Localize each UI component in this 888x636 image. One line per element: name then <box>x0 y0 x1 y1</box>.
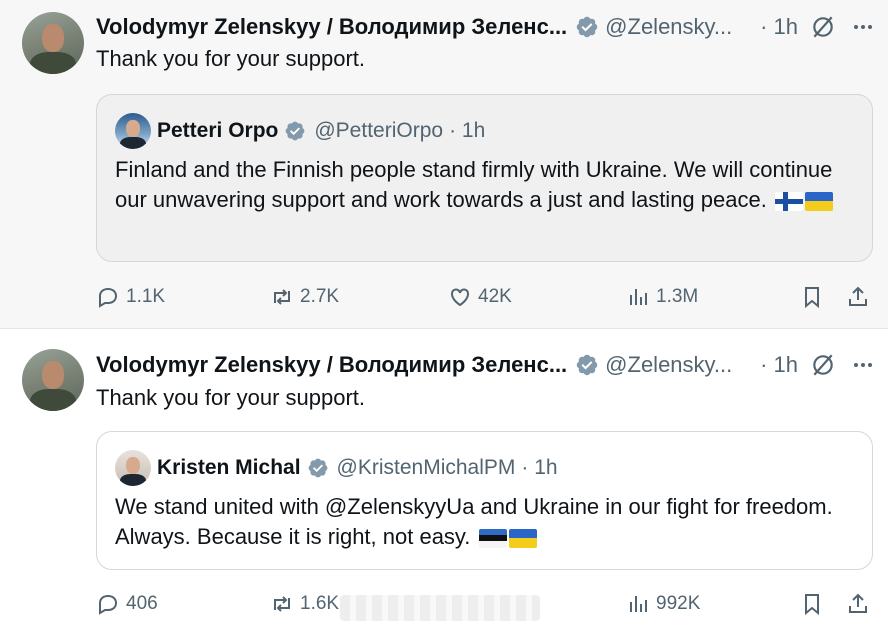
tweet-text: Thank you for your support. <box>96 385 366 410</box>
verified-badge-icon <box>285 121 305 141</box>
author-name[interactable]: Volodymyr Zelenskyy / Володимир Зеленс..… <box>96 352 567 378</box>
more-icon[interactable] <box>850 14 876 40</box>
quoted-tweet[interactable]: Kristen Michal @KristenMichalPM · 1h We … <box>96 431 873 570</box>
author-handle[interactable]: @Zelensky... <box>605 14 732 40</box>
quote-header: Petteri Orpo @PetteriOrpo · 1h <box>115 113 485 149</box>
grok-icon[interactable] <box>810 352 836 378</box>
ukraine-flag-icon <box>804 191 833 211</box>
reply-icon <box>99 594 118 615</box>
repost-icon <box>274 289 290 305</box>
bookmark-icon <box>805 287 819 309</box>
like-count: 42K <box>478 286 512 307</box>
avatar-body <box>30 389 76 411</box>
quote-author-handle: @PetteriOrpo <box>314 119 444 142</box>
more-icon[interactable] <box>850 352 876 378</box>
verified-badge-icon <box>308 458 327 478</box>
quote-author-name: Petteri Orpo <box>157 119 279 142</box>
views-icon <box>630 289 647 305</box>
tweet-header: Volodymyr Zelenskyy / Володимир Зеленс..… <box>96 12 876 42</box>
avatar-face <box>42 361 64 389</box>
views-button[interactable]: 1.3M <box>626 282 698 312</box>
reply-count: 406 <box>126 593 158 614</box>
quote-text-body: We stand united with @ZelenskyyUa and Uk… <box>115 494 833 549</box>
quote-text: We stand united with @ZelenskyyUa and Uk… <box>115 492 855 552</box>
avatar-body <box>30 52 76 74</box>
action-bar: 1.1K 2.7K 42K 1.3M <box>96 282 876 312</box>
like-icon <box>451 288 469 307</box>
quoted-tweet[interactable]: Petteri Orpo @PetteriOrpo · 1h Finland a… <box>96 94 873 262</box>
tweet-2[interactable]: Volodymyr Zelenskyy / Володимир Зеленс..… <box>0 328 888 636</box>
avatar[interactable] <box>22 12 84 74</box>
avatar[interactable] <box>22 349 84 411</box>
quote-time: · 1h <box>449 119 486 142</box>
reply-count: 1.1K <box>126 286 166 307</box>
avatar-face <box>42 24 64 52</box>
like-button[interactable]: 42K <box>448 282 512 312</box>
views-count: 992K <box>656 593 701 614</box>
quote-header: Kristen Michal @KristenMichalPM · 1h <box>115 450 558 486</box>
repost-button[interactable]: 1.6K <box>270 589 339 619</box>
verified-badge-icon <box>576 16 598 38</box>
estonia-flag-icon <box>478 528 507 548</box>
quote-time: · 1h <box>521 456 558 479</box>
repost-count: 2.7K <box>300 286 340 307</box>
tweet-1[interactable]: Volodymyr Zelenskyy / Володимир Зеленс..… <box>0 0 888 328</box>
watermark-overlay <box>340 595 540 621</box>
share-icon <box>849 593 867 613</box>
author-name[interactable]: Volodymyr Zelenskyy / Володимир Зеленс..… <box>96 14 567 40</box>
tweet-header: Volodymyr Zelenskyy / Володимир Зеленс..… <box>96 350 876 380</box>
tweet-text: Thank you for your support. <box>96 46 366 71</box>
share-icon <box>849 286 867 306</box>
repost-count: 1.6K <box>300 593 340 614</box>
grok-icon[interactable] <box>810 14 836 40</box>
ukraine-flag-icon <box>508 528 537 548</box>
quote-text: Finland and the Finnish people stand fir… <box>115 155 855 215</box>
reply-button[interactable]: 1.1K <box>96 282 165 312</box>
repost-icon <box>274 596 290 612</box>
views-button[interactable]: 992K <box>626 589 700 619</box>
verified-badge-icon <box>576 354 598 376</box>
bookmark-icon <box>805 594 819 616</box>
views-icon <box>630 596 647 612</box>
reply-icon <box>99 287 118 308</box>
finland-flag-icon <box>774 191 803 211</box>
quote-avatar[interactable] <box>115 450 151 486</box>
quote-author-handle: @KristenMichalPM <box>336 456 516 479</box>
quote-text-body: Finland and the Finnish people stand fir… <box>115 157 833 212</box>
tweet-time[interactable]: · 1h <box>760 14 798 40</box>
repost-button[interactable]: 2.7K <box>270 282 339 312</box>
quote-avatar[interactable] <box>115 113 151 149</box>
bookmark-button[interactable] <box>800 282 830 312</box>
share-button[interactable] <box>846 589 876 619</box>
tweet-time[interactable]: · 1h <box>760 352 798 378</box>
quote-author-name: Kristen Michal <box>157 456 301 479</box>
views-count: 1.3M <box>656 286 699 307</box>
author-handle[interactable]: @Zelensky... <box>605 352 732 378</box>
share-button[interactable] <box>846 282 876 312</box>
bookmark-button[interactable] <box>800 589 830 619</box>
reply-button[interactable]: 406 <box>96 589 158 619</box>
